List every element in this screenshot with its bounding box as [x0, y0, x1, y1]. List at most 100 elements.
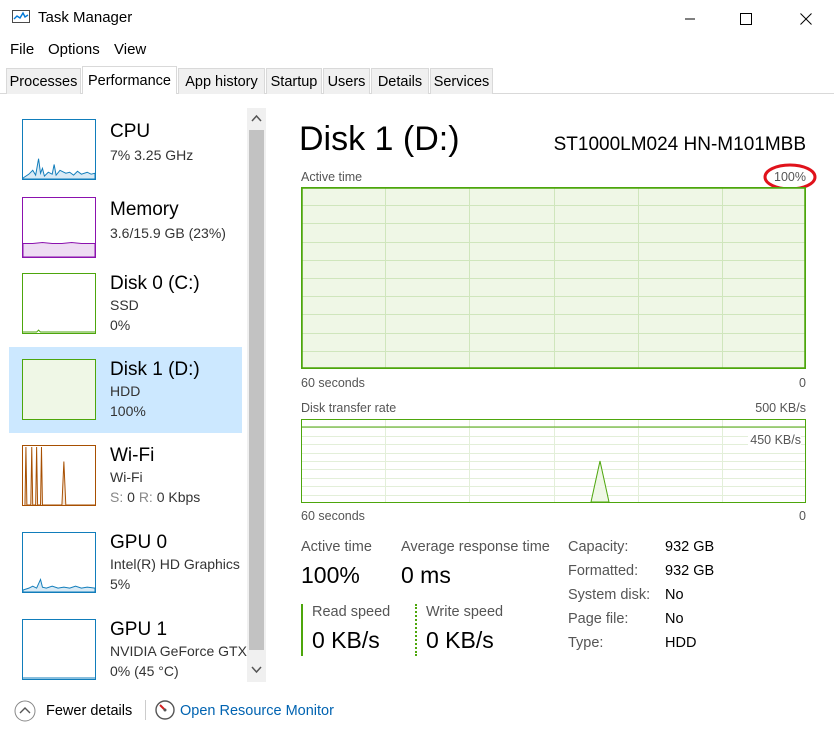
prop-system-disk-label: System disk: — [568, 587, 651, 603]
minimize-button[interactable] — [660, 0, 720, 38]
disk-detail-panel: Disk 1 (D:) ST1000LM024 HN-M101MBB Activ… — [268, 94, 834, 694]
send-value: 0 — [127, 489, 135, 505]
scroll-up-icon[interactable] — [251, 114, 262, 122]
sidebar-item-usage: 5% — [110, 576, 131, 592]
minimize-icon — [685, 18, 695, 20]
wifi-thumbnail-graph — [22, 445, 96, 506]
menu-bar: File Options View — [0, 38, 834, 62]
title-bar: Task Manager — [0, 0, 834, 38]
tab-services[interactable]: Services — [430, 68, 493, 94]
sidebar-item-type: SSD — [110, 297, 139, 313]
receive-value: 0 Kbps — [156, 489, 201, 505]
prop-capacity-label: Capacity: — [568, 539, 629, 555]
sidebar-item-title: Memory — [110, 199, 179, 220]
read-speed-indicator — [301, 604, 303, 656]
sidebar-item-title: GPU 1 — [110, 619, 168, 640]
prop-capacity-value: 932 GB — [665, 539, 715, 555]
active-time-graph-label: Active time — [301, 170, 363, 184]
task-manager-icon — [12, 10, 30, 23]
open-resource-monitor-link[interactable]: Open Resource Monitor — [180, 703, 334, 719]
menu-view[interactable]: View — [114, 41, 146, 58]
memory-thumbnail-graph — [22, 197, 96, 258]
write-speed-indicator — [415, 604, 417, 656]
maximize-button[interactable] — [716, 0, 776, 38]
graph1-time-left: 60 seconds — [301, 376, 365, 390]
tab-bar: Processes Performance App history Startu… — [6, 66, 834, 94]
sidebar-item-title: CPU — [110, 121, 151, 142]
graph1-time-right: 0 — [799, 376, 806, 390]
window-title: Task Manager — [38, 9, 133, 26]
read-speed-label: Read speed — [312, 604, 391, 620]
close-icon — [800, 13, 812, 25]
sidebar-item-disk-0[interactable]: Disk 0 (C:) SSD 0% — [9, 265, 242, 351]
prop-type-value: HDD — [665, 635, 697, 651]
disk-title: Disk 1 (D:) — [299, 120, 460, 158]
sidebar-item-throughput: S: 0 R: 0 Kbps — [110, 489, 200, 505]
prop-system-disk-value: No — [665, 587, 684, 603]
sidebar-item-title: GPU 0 — [110, 532, 168, 553]
scrollbar-thumb[interactable] — [249, 130, 264, 650]
resource-monitor-icon — [155, 700, 175, 720]
sidebar-item-usage: 100% — [110, 403, 146, 419]
sidebar-item-wifi[interactable]: Wi-Fi Wi-Fi S: 0 R: 0 Kbps — [9, 437, 242, 523]
menu-options[interactable]: Options — [48, 41, 100, 58]
transfer-marker-label: 450 KB/s — [748, 433, 801, 447]
close-button[interactable] — [776, 0, 834, 38]
tab-users[interactable]: Users — [323, 68, 370, 94]
tab-performance[interactable]: Performance — [82, 66, 177, 94]
sidebar-item-detail: Intel(R) HD Graphics — [110, 556, 240, 572]
task-manager-window: Task Manager File Options View Processes… — [0, 0, 834, 737]
tab-details[interactable]: Details — [371, 68, 429, 94]
gpu0-thumbnail-graph — [22, 532, 96, 593]
sidebar-item-detail: 3.6/15.9 GB (23%) — [110, 225, 226, 241]
footer-divider — [145, 700, 146, 720]
sidebar-scrollbar[interactable] — [247, 108, 266, 682]
maximize-icon — [740, 13, 752, 25]
performance-sidebar: CPU 7% 3.25 GHz Memory 3.6/15.9 GB (23%)… — [0, 94, 268, 684]
sidebar-item-title: Disk 1 (D:) — [110, 359, 200, 380]
chevron-up-circle-icon[interactable] — [14, 700, 36, 722]
active-time-label: Active time — [301, 539, 372, 555]
footer: Fewer details Open Resource Monitor — [0, 690, 834, 737]
sidebar-item-memory[interactable]: Memory 3.6/15.9 GB (23%) — [9, 189, 242, 275]
menu-file[interactable]: File — [10, 41, 34, 58]
sidebar-item-usage: 0% (45 °C) — [110, 663, 179, 679]
sidebar-item-title: Disk 0 (C:) — [110, 273, 200, 294]
sidebar-item-detail: Wi-Fi — [110, 469, 143, 485]
sidebar-item-detail: NVIDIA GeForce GTX — [110, 643, 247, 659]
graph2-time-right: 0 — [799, 509, 806, 523]
prop-type-label: Type: — [568, 635, 604, 651]
sidebar-item-gpu-1[interactable]: GPU 1 NVIDIA GeForce GTX 0% (45 °C) — [9, 611, 247, 684]
transfer-rate-graph-label: Disk transfer rate — [301, 401, 397, 415]
avg-response-label: Average response time — [401, 539, 550, 555]
transfer-rate-graph-max: 500 KB/s — [755, 401, 806, 415]
write-speed-label: Write speed — [426, 604, 504, 620]
prop-page-file-value: No — [665, 611, 684, 627]
prop-formatted-label: Formatted: — [568, 563, 639, 579]
graph2-time-left: 60 seconds — [301, 509, 365, 523]
fewer-details-button[interactable]: Fewer details — [46, 703, 132, 719]
sidebar-item-gpu-0[interactable]: GPU 0 Intel(R) HD Graphics 5% — [9, 524, 242, 610]
avg-response-value: 0 ms — [401, 562, 451, 588]
sidebar-item-cpu[interactable]: CPU 7% 3.25 GHz — [9, 111, 242, 197]
send-label: S: — [110, 489, 124, 505]
tab-startup[interactable]: Startup — [266, 68, 322, 94]
sidebar-item-detail: 7% 3.25 GHz — [110, 147, 194, 163]
write-speed-value: 0 KB/s — [426, 627, 494, 653]
read-speed-value: 0 KB/s — [312, 627, 380, 653]
prop-page-file-label: Page file: — [568, 611, 629, 627]
disk-model: ST1000LM024 HN-M101MBB — [553, 134, 806, 155]
sidebar-item-title: Wi-Fi — [110, 445, 155, 466]
sidebar-item-disk-1[interactable]: Disk 1 (D:) HDD 100% — [9, 347, 242, 433]
tab-processes[interactable]: Processes — [6, 68, 81, 94]
sidebar-item-usage: 0% — [110, 317, 131, 333]
tab-app-history[interactable]: App history — [178, 68, 265, 94]
prop-formatted-value: 932 GB — [665, 563, 715, 579]
scroll-down-icon[interactable] — [251, 666, 262, 674]
active-time-graph — [301, 187, 806, 369]
transfer-rate-graph — [301, 419, 806, 503]
active-time-value: 100% — [301, 562, 360, 588]
cpu-thumbnail-graph — [22, 119, 96, 180]
gpu1-thumbnail-graph — [22, 619, 96, 680]
disk0-thumbnail-graph — [22, 273, 96, 334]
